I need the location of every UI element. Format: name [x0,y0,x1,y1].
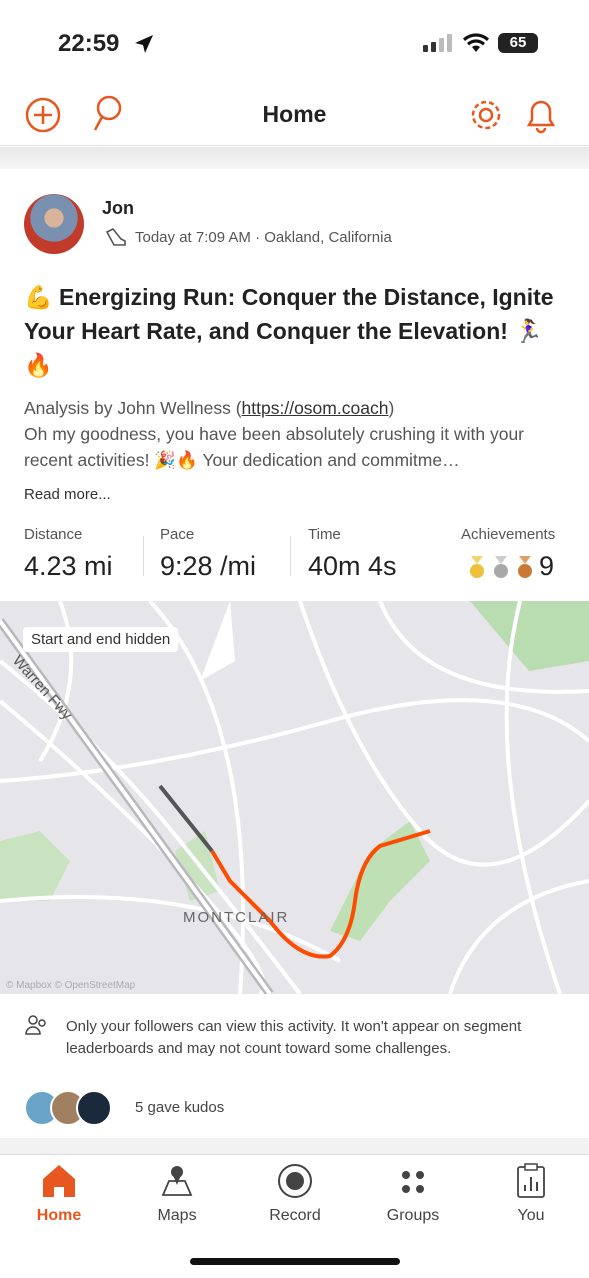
activity-description: Analysis by John Wellness (https://osom.… [24,398,525,470]
svg-text:Warren Fwy: Warren Fwy [9,652,76,723]
activity-map[interactable]: Warren Fwy MONTCLAIR © Mapbox © OpenStre… [0,601,589,994]
map-canvas: Warren Fwy MONTCLAIR © Mapbox © OpenStre… [0,601,589,994]
shoe-icon [105,227,126,246]
svg-text:© Mapbox © OpenStreetMap: © Mapbox © OpenStreetMap [6,980,136,991]
activity-meta: Today at 7:09 AM · Oakland, California [135,229,392,246]
battery-icon: 65 [498,33,538,53]
privacy-notice: Only your followers can view this activi… [66,1018,522,1057]
gold-medal-icon [470,555,484,578]
location-arrow-icon [135,35,153,53]
bell-icon[interactable] [523,95,559,135]
home-indicator [190,1258,400,1265]
start-end-hidden-label: Start and end hidden [23,627,179,652]
home-icon [43,1165,75,1197]
groups-icon [402,1171,424,1193]
bronze-medal-icon [518,555,532,578]
stat-time: Time 40m 4s [308,526,397,581]
record-icon [278,1164,312,1198]
read-more-link[interactable]: Read more... [24,486,111,503]
stat-achievements: Achievements 9 [461,526,556,581]
stat-distance: Distance 4.23 mi [24,526,113,581]
avatar[interactable] [24,194,84,254]
kudos-count[interactable]: 5 gave kudos [135,1099,224,1116]
silver-medal-icon [494,555,508,578]
profile-clipboard-icon [517,1163,545,1198]
followers-icon [25,1015,46,1035]
gear-icon[interactable] [466,95,506,135]
coach-link[interactable]: https://osom.coach [242,398,389,418]
top-bar: Home [0,88,589,146]
svg-text:MONTCLAIR: MONTCLAIR [183,909,289,926]
activity-title[interactable]: 💪 Energizing Run: Conquer the Distance, … [24,280,569,382]
kudos-avatars[interactable] [24,1090,112,1126]
athlete-name[interactable]: Jon [102,198,134,219]
clock: 22:59 [58,30,120,57]
signal-icon [423,34,452,52]
stat-pace: Pace 9:28 /mi [160,526,257,581]
status-bar: 22:59 65 [0,0,589,88]
wifi-icon [463,33,489,52]
maps-icon [161,1166,193,1196]
